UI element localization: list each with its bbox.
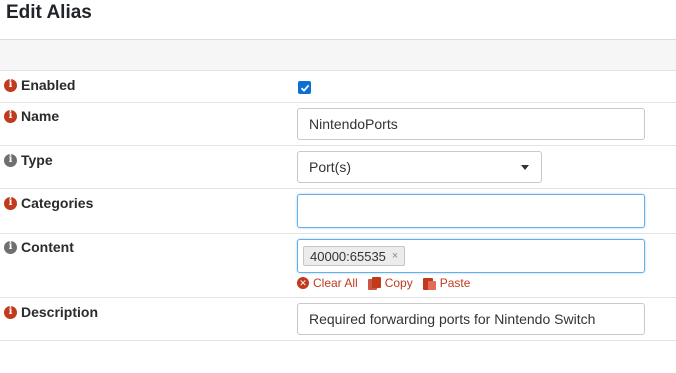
copy-icon [367, 276, 381, 290]
info-icon[interactable]: i [4, 196, 17, 210]
categories-input[interactable] [297, 194, 645, 228]
content-tag-label: 40000:65535 [310, 248, 386, 264]
label-type-text: Type [21, 152, 53, 168]
type-select[interactable]: Port(s) [297, 151, 542, 183]
description-input[interactable]: Required forwarding ports for Nintendo S… [297, 303, 645, 335]
label-type: i Type [4, 152, 53, 168]
name-input-value: NintendoPorts [309, 116, 398, 132]
content-toolbar: ✕ Clear All Copy Paste [297, 276, 470, 290]
info-icon[interactable]: i [4, 109, 17, 123]
description-input-value: Required forwarding ports for Nintendo S… [309, 311, 596, 327]
row-content: i Content 40000:65535 × ✕ Clear All Copy… [0, 234, 676, 298]
copy-button[interactable]: Copy [367, 276, 413, 290]
label-description: i Description [4, 304, 98, 320]
paste-label: Paste [439, 276, 471, 290]
x-circle-icon: ✕ [297, 277, 309, 289]
page-title: Edit Alias [6, 2, 92, 23]
row-type: i Type Port(s) [0, 146, 676, 189]
clear-all-label: Clear All [313, 276, 358, 290]
tag-remove-icon[interactable]: × [392, 250, 398, 262]
type-select-value: Port(s) [309, 159, 351, 175]
content-tag-input[interactable]: 40000:65535 × [297, 239, 645, 273]
row-name: i Name NintendoPorts [0, 103, 676, 146]
clear-all-button[interactable]: ✕ Clear All [297, 276, 358, 290]
paste-button[interactable]: Paste [422, 276, 471, 290]
label-categories-text: Categories [21, 195, 94, 211]
label-categories: i Categories [4, 195, 93, 211]
label-name-text: Name [21, 108, 60, 124]
caret-down-icon [521, 165, 529, 170]
info-icon[interactable]: i [4, 78, 17, 92]
content-tag: 40000:65535 × [303, 246, 406, 266]
info-icon[interactable]: i [4, 305, 17, 319]
enabled-checkbox[interactable] [298, 81, 311, 94]
label-enabled: i Enabled [4, 77, 75, 93]
info-icon[interactable]: i [4, 153, 17, 167]
label-content-text: Content [21, 239, 74, 255]
label-name: i Name [4, 108, 59, 124]
row-enabled: i Enabled [0, 71, 676, 103]
name-input[interactable]: NintendoPorts [297, 108, 645, 140]
copy-label: Copy [384, 276, 413, 290]
label-description-text: Description [21, 304, 99, 320]
row-categories: i Categories [0, 189, 676, 234]
label-enabled-text: Enabled [21, 77, 76, 93]
paste-icon [422, 277, 436, 290]
row-description: i Description Required forwarding ports … [0, 298, 676, 341]
section-header-band [0, 40, 676, 71]
checkmark-icon [300, 84, 309, 92]
label-content: i Content [4, 239, 74, 255]
info-icon[interactable]: i [4, 240, 17, 254]
